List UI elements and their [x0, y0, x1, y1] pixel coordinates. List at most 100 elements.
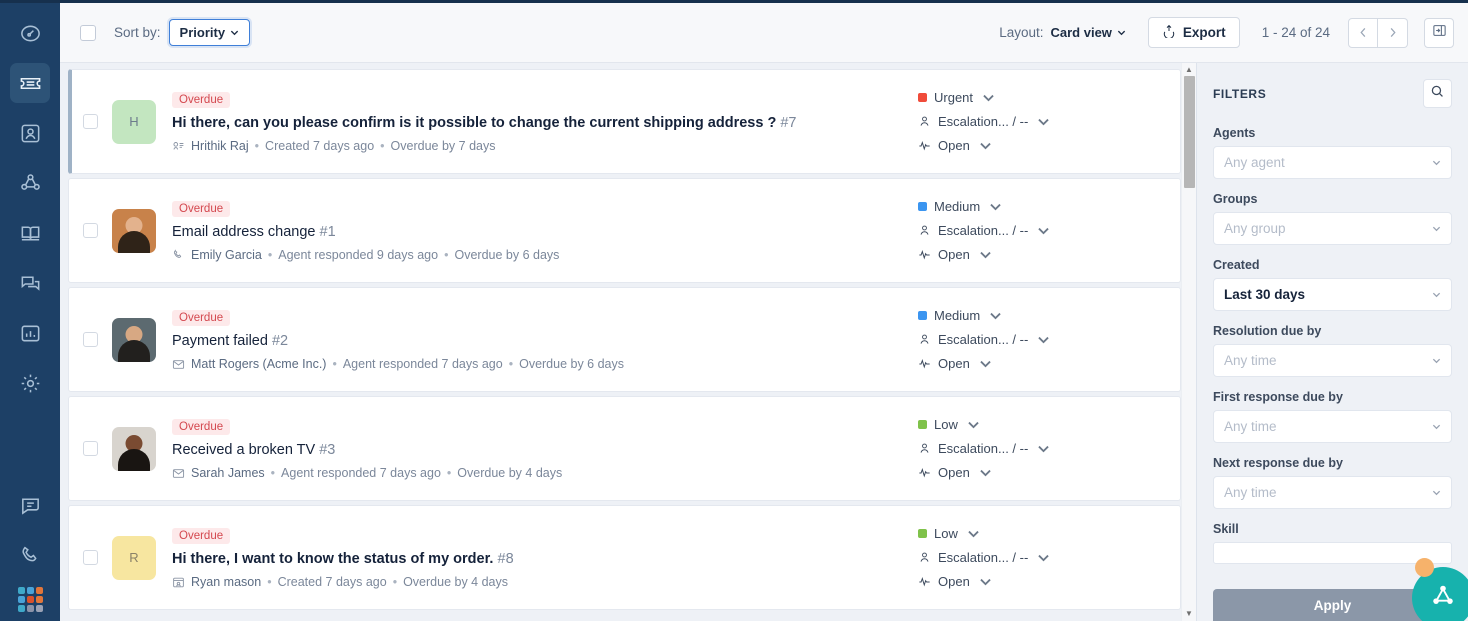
chevron-down-icon	[1432, 158, 1441, 167]
ticket-list-scrollbar[interactable]: ▲ ▼	[1181, 63, 1196, 621]
ticket-subject[interactable]: Received a broken TV #3	[172, 442, 908, 458]
ticket-subject[interactable]: Hi there, can you please confirm is it p…	[172, 115, 908, 131]
priority-dropdown[interactable]: Medium	[918, 199, 1164, 214]
sidebar-item-settings[interactable]	[10, 363, 50, 403]
priority-dropdown[interactable]: Low	[918, 526, 1164, 541]
prev-page-button[interactable]	[1348, 17, 1378, 48]
ticket-subject[interactable]: Hi there, I want to know the status of m…	[172, 551, 908, 567]
ticket-card[interactable]: Overdue Payment failed #2 Matt Rogers (Acm…	[68, 287, 1181, 392]
scroll-down-arrow-icon[interactable]: ▼	[1185, 610, 1193, 618]
assignee-dropdown[interactable]: Escalation... / --	[918, 332, 1164, 347]
assignee-dropdown[interactable]: Escalation... / --	[918, 441, 1164, 456]
status-label: Open	[938, 356, 970, 371]
ticket-overdue: Overdue by 4 days	[403, 575, 508, 589]
filter-label: Resolution due by	[1213, 324, 1322, 338]
ticket-checkbox[interactable]	[83, 223, 98, 238]
ticket-overdue: Overdue by 7 days	[390, 139, 496, 153]
scroll-up-arrow-icon[interactable]: ▲	[1185, 66, 1193, 74]
left-sidebar	[0, 0, 60, 621]
sidebar-item-knowledge-base[interactable]	[10, 213, 50, 253]
ticket-activity: Created 7 days ago	[277, 575, 387, 589]
filter-select[interactable]: Last 30 days	[1213, 278, 1452, 311]
filter-value: Any time	[1224, 419, 1277, 434]
ticket-checkbox[interactable]	[83, 114, 98, 129]
filter-search-button[interactable]	[1423, 79, 1452, 108]
sidebar-item-phone[interactable]	[10, 535, 50, 575]
status-dropdown[interactable]: Open	[918, 247, 1164, 262]
ticket-requester: Emily Garcia	[191, 248, 262, 262]
pagination-controls	[1348, 17, 1408, 48]
sidebar-item-tickets[interactable]	[10, 63, 50, 103]
sidebar-item-social[interactable]	[10, 163, 50, 203]
ticket-checkbox[interactable]	[83, 550, 98, 565]
sidebar-item-contacts[interactable]	[10, 113, 50, 153]
filter-select[interactable]: Any group	[1213, 212, 1452, 245]
filter-select[interactable]: Any agent	[1213, 146, 1452, 179]
app-switcher-grid-icon[interactable]	[17, 587, 43, 612]
chevron-down-icon	[982, 91, 995, 104]
scrollbar-thumb[interactable]	[1184, 76, 1195, 188]
ticket-number: #8	[497, 551, 514, 567]
sort-by-value: Priority	[179, 25, 226, 40]
status-dropdown[interactable]: Open	[918, 356, 1164, 371]
assignee-dropdown[interactable]: Escalation... / --	[918, 550, 1164, 565]
sort-by-dropdown[interactable]: Priority	[168, 19, 251, 46]
sort-by-label: Sort by:	[114, 25, 161, 40]
ticket-activity: Created 7 days ago	[265, 139, 375, 153]
layout-label: Layout:	[999, 25, 1044, 40]
support-bot-fab[interactable]	[1412, 567, 1468, 621]
ticket-card[interactable]: R Overdue Hi there, I want to know the sta…	[68, 505, 1181, 610]
pulse-icon	[918, 466, 931, 479]
ticket-overdue: Overdue by 4 days	[457, 466, 563, 480]
ticket-properties: Low Escalation... / -- Open	[918, 417, 1180, 480]
assignee-dropdown[interactable]: Escalation... / --	[918, 223, 1164, 238]
chevron-down-icon	[1117, 25, 1126, 40]
scrollbar-track[interactable]	[1182, 74, 1196, 618]
sidebar-item-chat[interactable]	[10, 263, 50, 303]
status-dropdown[interactable]: Open	[918, 574, 1164, 589]
priority-dropdown[interactable]: Urgent	[918, 90, 1164, 105]
ticket-subject[interactable]: Email address change #1	[172, 224, 908, 240]
reports-icon	[19, 322, 42, 345]
ticket-list: H Overdue Hi there, can you please confirm…	[60, 63, 1181, 621]
filter-group: Agents Any agent	[1213, 126, 1452, 179]
avatar	[112, 426, 156, 471]
status-dropdown[interactable]: Open	[918, 138, 1164, 153]
person-icon	[918, 442, 931, 455]
sidebar-item-messaging[interactable]	[10, 485, 50, 525]
next-page-button[interactable]	[1378, 17, 1408, 48]
chat-windows-icon	[19, 272, 42, 295]
sidebar-item-dashboard[interactable]	[10, 13, 50, 53]
ticket-activity: Agent responded 7 days ago	[342, 357, 503, 371]
ticket-checkbox[interactable]	[83, 332, 98, 347]
filter-groups: Agents Any agent Groups Any group Created Las…	[1213, 126, 1452, 564]
ticket-subject[interactable]: Payment failed #2	[172, 333, 908, 349]
person-icon	[918, 224, 931, 237]
avatar	[112, 208, 156, 253]
filter-label: First response due by	[1213, 390, 1343, 404]
status-dropdown[interactable]: Open	[918, 465, 1164, 480]
settings-gear-icon	[19, 372, 42, 395]
filter-select[interactable]: Any time	[1213, 476, 1452, 509]
layout-dropdown[interactable]: Card view	[1051, 25, 1126, 40]
person-icon	[918, 551, 931, 564]
chevron-down-icon	[1432, 224, 1441, 233]
toggle-panel-button[interactable]	[1424, 17, 1454, 48]
filter-value: Any time	[1224, 485, 1277, 500]
priority-dropdown[interactable]: Low	[918, 417, 1164, 432]
filter-select[interactable]: Any time	[1213, 344, 1452, 377]
skill-input[interactable]	[1213, 542, 1452, 564]
sidebar-item-analytics[interactable]	[10, 313, 50, 353]
assignee-dropdown[interactable]: Escalation... / --	[918, 114, 1164, 129]
ticket-checkbox[interactable]	[83, 441, 98, 456]
ticket-card[interactable]: Overdue Email address change #1 Emily Garc…	[68, 178, 1181, 283]
priority-dropdown[interactable]: Medium	[918, 308, 1164, 323]
ticket-card[interactable]: H Overdue Hi there, can you please confirm…	[68, 69, 1181, 174]
filter-select[interactable]: Any time	[1213, 410, 1452, 443]
avatar: R	[112, 535, 156, 580]
export-button[interactable]: Export	[1147, 17, 1240, 48]
status-label: Open	[938, 574, 970, 589]
assignee-label: Escalation... / --	[938, 550, 1029, 565]
ticket-card[interactable]: Overdue Received a broken TV #3 Sarah Jame…	[68, 396, 1181, 501]
select-all-checkbox[interactable]	[80, 24, 96, 41]
